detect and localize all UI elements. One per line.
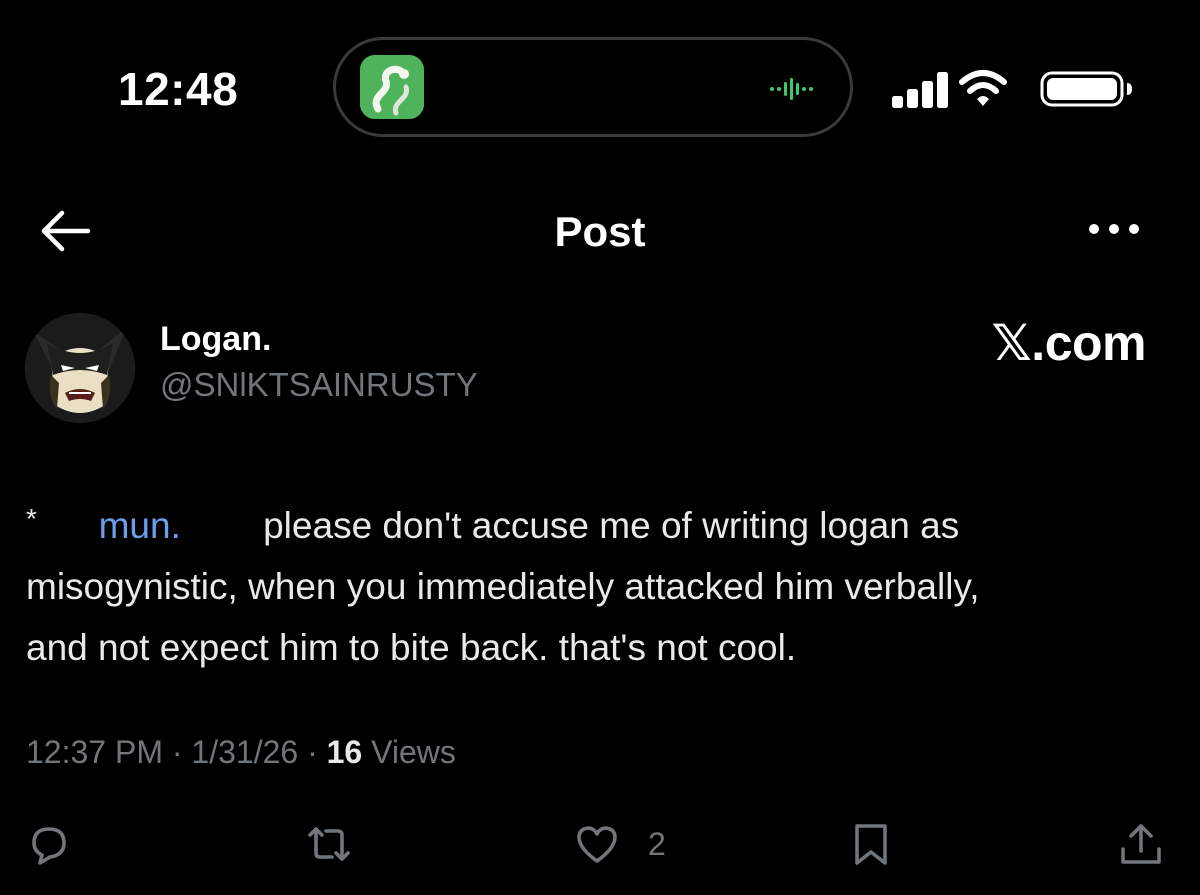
repost-icon — [308, 827, 350, 861]
views-label[interactable]: Views — [371, 734, 456, 770]
like-count: 2 — [648, 825, 666, 862]
page-title: Post — [554, 208, 646, 255]
post-text-line-1: please don't accuse me of writing logan … — [263, 505, 960, 546]
like-button[interactable]: 2 — [574, 820, 666, 868]
battery-icon — [1040, 71, 1132, 107]
dynamic-island[interactable] — [333, 37, 853, 137]
bookmark-icon — [855, 824, 887, 865]
heart-icon — [577, 826, 617, 863]
post-text: * mun. please don't accuse me of writing… — [26, 488, 1176, 678]
wifi-icon — [959, 70, 1007, 106]
post-meta: 12:37 PM · 1/31/26 · 16 Views — [26, 734, 456, 771]
mention-link[interactable]: mun. — [99, 505, 181, 546]
views-count[interactable]: 16 — [327, 734, 363, 770]
meta-separator: · — [298, 734, 327, 770]
audio-wave-icon — [770, 78, 813, 100]
status-bar-time: 12:48 — [118, 63, 239, 115]
meta-separator: · — [162, 734, 192, 770]
post-text-line-3: and not expect him to bite back. that's … — [26, 627, 797, 668]
post-date: 1/31/26 — [191, 734, 299, 770]
cellular-signal-icon — [892, 72, 948, 108]
snake-app-icon[interactable] — [360, 55, 424, 119]
reply-icon — [32, 827, 66, 865]
x-com-watermark: 𝕏.com — [991, 315, 1147, 371]
author-handle[interactable]: @SNlKTSAINRUSTY — [160, 366, 478, 404]
more-dots-icon[interactable] — [1086, 214, 1142, 244]
reply-button[interactable] — [26, 820, 72, 868]
post-asterisk: * — [26, 503, 37, 534]
share-icon — [1121, 824, 1161, 864]
wolverine-avatar[interactable] — [25, 313, 135, 423]
repost-button[interactable] — [304, 820, 354, 868]
author-name[interactable]: Logan. — [160, 320, 271, 359]
post-text-line-2: misogynistic, when you immediately attac… — [26, 566, 980, 607]
post-time: 12:37 PM — [26, 734, 163, 770]
bookmark-button[interactable] — [848, 820, 894, 868]
share-button[interactable] — [1118, 820, 1164, 868]
